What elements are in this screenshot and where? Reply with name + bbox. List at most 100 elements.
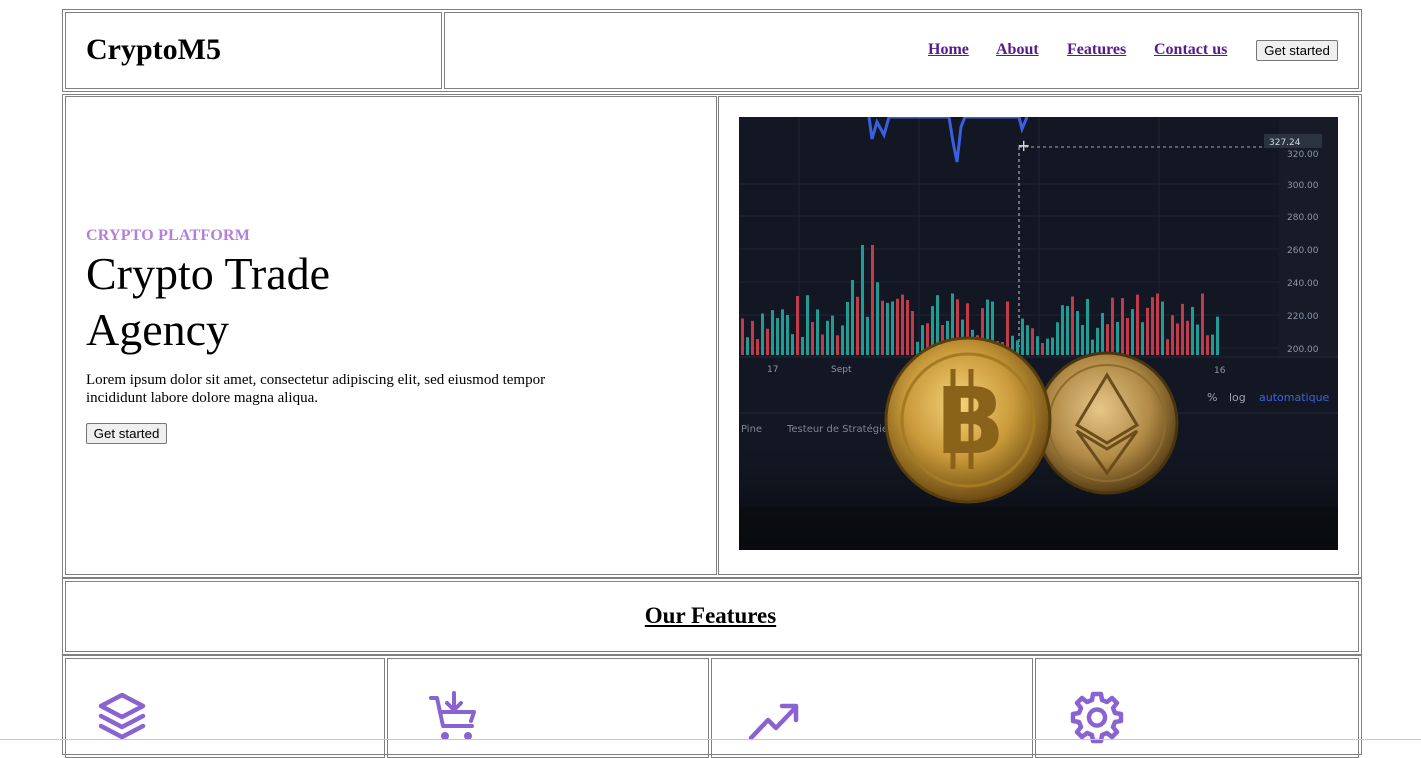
- svg-text:+: +: [1017, 136, 1030, 155]
- nav-link-features[interactable]: Features: [1067, 41, 1126, 59]
- volume-bar: [836, 335, 839, 355]
- svg-text:220.00: 220.00: [1287, 312, 1319, 322]
- svg-text:16: 16: [1214, 366, 1226, 376]
- svg-text:Pine: Pine: [741, 424, 762, 435]
- svg-text:260.00: 260.00: [1287, 246, 1319, 256]
- svg-text:240.00: 240.00: [1287, 279, 1319, 289]
- volume-bar: [881, 300, 884, 355]
- svg-text:327.24: 327.24: [1269, 138, 1301, 148]
- header-get-started-button[interactable]: Get started: [1256, 40, 1338, 61]
- volume-bar: [766, 328, 769, 355]
- volume-bar: [1201, 293, 1204, 355]
- volume-bar: [751, 320, 754, 355]
- volume-bar: [841, 325, 844, 355]
- hero-eyebrow: CRYPTO PLATFORM: [86, 227, 251, 244]
- volume-bar: [1206, 335, 1209, 355]
- volume-bar: [856, 296, 859, 355]
- nav-link-contact[interactable]: Contact us: [1154, 41, 1227, 59]
- cart-download-icon: [429, 691, 476, 740]
- nav-link-home[interactable]: Home: [928, 41, 969, 59]
- volume-bar: [1096, 327, 1099, 355]
- volume-bar: [851, 279, 854, 355]
- volume-bar: [1056, 322, 1059, 355]
- volume-bar: [1021, 318, 1024, 355]
- volume-bar: [1161, 301, 1164, 355]
- volume-bar: [771, 310, 774, 355]
- hero-description: Lorem ipsum dolor sit amet, consectetur …: [86, 372, 546, 406]
- volume-bar: [1026, 325, 1029, 355]
- svg-text:%: %: [1207, 391, 1217, 404]
- svg-text:200.00: 200.00: [1287, 345, 1319, 355]
- volume-bar: [1106, 324, 1109, 355]
- volume-bar: [1131, 309, 1134, 355]
- volume-bar: [1081, 325, 1084, 355]
- volume-bar: [1216, 316, 1219, 355]
- svg-text:automatique: automatique: [1259, 391, 1330, 404]
- volume-bar: [816, 309, 819, 355]
- volume-bar: [886, 302, 889, 355]
- nav-link-about[interactable]: About: [996, 41, 1039, 59]
- svg-text:Testeur de Stratégie: Testeur de Stratégie: [786, 423, 888, 435]
- volume-bar: [1171, 315, 1174, 355]
- volume-bar: [801, 336, 804, 355]
- volume-bar: [741, 318, 744, 355]
- volume-bar: [1046, 338, 1049, 355]
- volume-bar: [1121, 298, 1124, 355]
- volume-bar: [1141, 322, 1144, 355]
- volume-bar: [1076, 311, 1079, 355]
- volume-bar: [901, 294, 904, 355]
- hero-title: Crypto Trade Agency: [86, 248, 331, 355]
- volume-bar: [1086, 298, 1089, 355]
- volume-bar: [1126, 318, 1129, 355]
- volume-bar: [781, 309, 784, 355]
- svg-text:320.00: 320.00: [1287, 150, 1319, 160]
- volume-bar: [1151, 297, 1154, 355]
- volume-bar: [866, 316, 869, 355]
- hero-get-started-button[interactable]: Get started: [86, 423, 167, 444]
- svg-text:300.00: 300.00: [1287, 181, 1319, 191]
- trend-up-icon: [748, 703, 799, 741]
- volume-bar: [826, 320, 829, 355]
- volume-bar: [1036, 336, 1039, 355]
- volume-bar: [796, 296, 799, 355]
- volume-bar: [791, 334, 794, 355]
- volume-bar: [871, 245, 874, 355]
- volume-bar: [891, 301, 894, 355]
- svg-text:280.00: 280.00: [1287, 213, 1319, 223]
- gear-icon: [1070, 691, 1124, 744]
- svg-text:Sept: Sept: [831, 365, 852, 375]
- volume-bar: [761, 313, 764, 355]
- volume-bar: [1101, 312, 1104, 355]
- volume-bar: [756, 339, 759, 355]
- volume-bar: [896, 298, 899, 355]
- volume-bar: [911, 310, 914, 355]
- volume-bar: [861, 245, 864, 355]
- volume-bar: [1166, 339, 1169, 355]
- volume-bar: [846, 301, 849, 355]
- volume-bar: [1066, 306, 1069, 355]
- volume-bar: [746, 337, 749, 355]
- volume-bar: [1071, 296, 1074, 355]
- volume-bar: [906, 299, 909, 355]
- volume-bar: [1111, 297, 1114, 355]
- brand-logo[interactable]: CryptoM5: [86, 33, 221, 67]
- volume-bar: [831, 315, 834, 355]
- volume-bar: [1181, 303, 1184, 355]
- volume-bar: [821, 334, 824, 355]
- volume-bar: [1116, 321, 1119, 355]
- volume-bar: [1136, 294, 1139, 355]
- svg-text:17: 17: [767, 365, 778, 375]
- volume-bar: [1211, 334, 1214, 355]
- volume-bar: [1146, 307, 1149, 355]
- layers-icon: [98, 692, 146, 740]
- volume-bar: [1041, 342, 1044, 355]
- volume-bar: [806, 295, 809, 355]
- volume-bar: [1091, 339, 1094, 355]
- features-title: Our Features: [644, 603, 777, 628]
- volume-bar: [786, 314, 789, 355]
- volume-bar: [1061, 305, 1064, 355]
- svg-text:log: log: [1229, 391, 1246, 404]
- volume-bar: [1156, 293, 1159, 355]
- volume-bar: [1191, 306, 1194, 355]
- volume-bar: [811, 322, 814, 355]
